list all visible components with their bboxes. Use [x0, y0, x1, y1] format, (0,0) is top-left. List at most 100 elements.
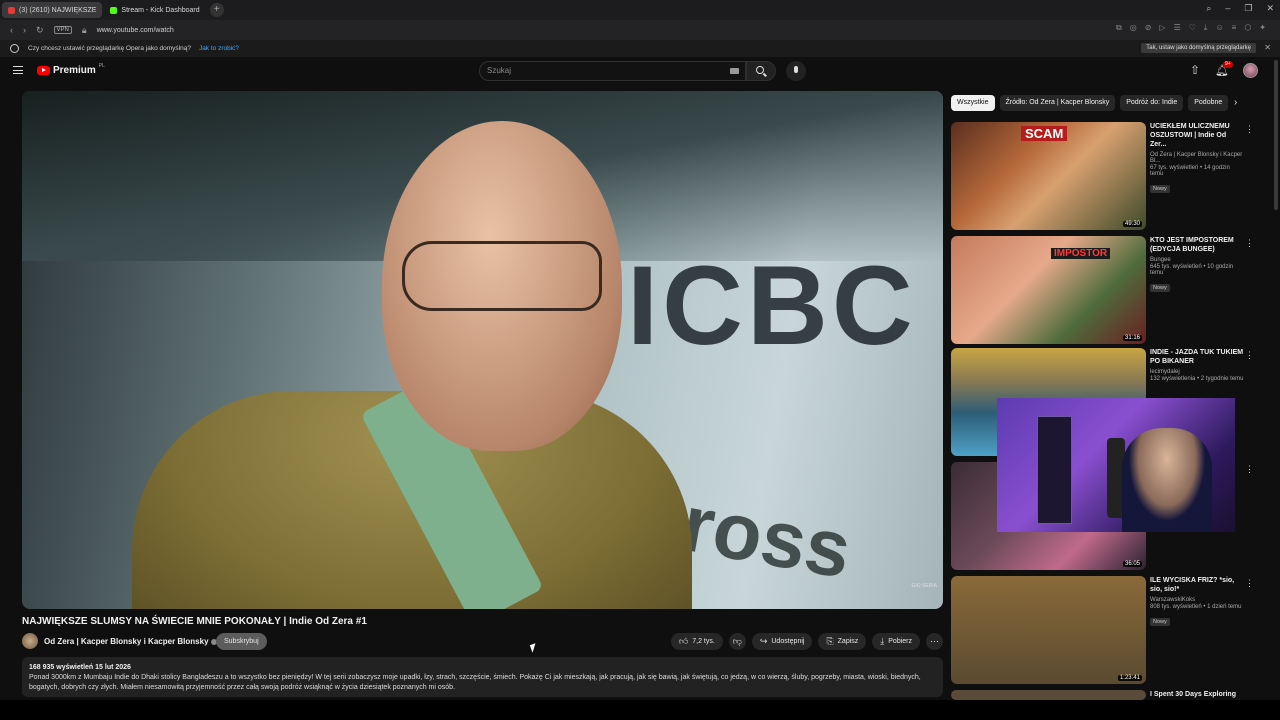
- account-avatar[interactable]: [1243, 63, 1258, 78]
- forward-icon[interactable]: ›: [23, 25, 26, 35]
- more-vertical-icon[interactable]: ⋮: [1245, 464, 1254, 475]
- video-watermark: GIO SERIA: [911, 583, 937, 589]
- download-label: Pobierz: [888, 638, 912, 645]
- more-vertical-icon[interactable]: ⋮: [1245, 124, 1254, 135]
- bookmark-icon: ⎘: [826, 636, 834, 646]
- menu-icon[interactable]: ≡: [1232, 23, 1237, 33]
- channel-avatar[interactable]: [22, 633, 38, 649]
- chip-all[interactable]: Wszystkie: [951, 95, 995, 111]
- video-player[interactable]: ICBC ross GIO SERIA: [22, 91, 943, 609]
- share-page-icon[interactable]: ⧉: [1116, 23, 1122, 33]
- hamburger-menu-icon[interactable]: [13, 66, 23, 74]
- recommendation-item[interactable]: SCAM 49:30 UCIEKŁEM ULICZNEMU OSZUSTOWI …: [951, 122, 1254, 232]
- tab-label: Stream - Kick Dashboard: [121, 6, 200, 14]
- video-thumbnail[interactable]: [951, 690, 1146, 700]
- maximize-button[interactable]: ❐: [1244, 3, 1252, 14]
- recommendation-channel[interactable]: lecimydalej: [1150, 369, 1244, 375]
- voice-search-mic-icon[interactable]: [786, 61, 806, 81]
- recommendation-title[interactable]: ILE WYCISKA FRIZ? *sio, sio, sio!*: [1150, 576, 1244, 594]
- video-popout-icon[interactable]: ▷: [1159, 23, 1165, 33]
- share-button[interactable]: ↪ Udostępnij: [751, 633, 813, 650]
- more-actions-button[interactable]: ⋯: [926, 633, 943, 650]
- recommendation-channel[interactable]: Bungee: [1150, 257, 1244, 263]
- youtube-premium-logo[interactable]: Premium PL: [37, 62, 105, 76]
- extensions-icon[interactable]: ⬡: [1244, 23, 1251, 33]
- search-input[interactable]: Szukaj: [479, 61, 746, 81]
- recommendation-channel[interactable]: Od Zera | Kacper Blonsky i Kacper Bl...: [1150, 152, 1244, 164]
- search-tabs-icon[interactable]: ⌕: [1206, 3, 1211, 14]
- snapshot-icon[interactable]: ◎: [1130, 23, 1137, 33]
- chip-source[interactable]: Źródło: Od Zera | Kacper Blonsky: [999, 95, 1116, 111]
- like-button[interactable]: 👍︎ 7,2 tys.: [670, 633, 723, 650]
- thumbnail-text: SCAM: [1021, 126, 1068, 141]
- recommendation-title[interactable]: INDIE - JAZDA TUK TUKIEM PO BIKANER: [1150, 348, 1244, 366]
- duration-badge: 1:23:41: [1117, 675, 1142, 681]
- aria-ai-icon[interactable]: ✦: [1259, 23, 1266, 33]
- browser-tab-bar: (3) (2610) NAJWIĘKSZE Stream - Kick Dash…: [0, 0, 1280, 20]
- page-scrollbar[interactable]: [1274, 60, 1278, 210]
- vpn-badge[interactable]: VPN: [53, 26, 72, 34]
- duration-badge: 49:30: [1122, 221, 1142, 227]
- video-thumbnail[interactable]: SCAM 49:30: [951, 122, 1146, 230]
- profile-icon[interactable]: ☺: [1215, 23, 1223, 33]
- recommendation-title[interactable]: KTO JEST IMPOSTOREM (EDYCJA BUNGEE): [1150, 236, 1244, 254]
- minimize-button[interactable]: –: [1225, 3, 1230, 14]
- video-frame-glasses: [402, 241, 602, 311]
- recommendation-item[interactable]: 1:23:41 ILE WYCISKA FRIZ? *sio, sio, sio…: [951, 576, 1254, 686]
- youtube-play-icon: [37, 66, 50, 75]
- notification-badge: 9+: [1223, 60, 1233, 68]
- search-placeholder: Szukaj: [487, 66, 512, 75]
- share-label: Udostępnij: [771, 638, 805, 645]
- recommendation-title[interactable]: I Spent 30 Days Exploring: [1150, 690, 1244, 699]
- channel-name[interactable]: Od Zera | Kacper Blonsky i Kacper Blonsk…: [44, 637, 217, 646]
- thumbnail-text: IMPOSTOR: [1051, 248, 1111, 259]
- description-box[interactable]: 168 935 wyświetleń 15 lut 2026 Ponad 300…: [22, 657, 943, 697]
- adblock-icon[interactable]: ⊘: [1145, 23, 1152, 33]
- recommendation-item[interactable]: I Spent 30 Days Exploring: [951, 690, 1251, 700]
- browser-tab-youtube[interactable]: (3) (2610) NAJWIĘKSZE: [2, 2, 103, 18]
- more-vertical-icon[interactable]: ⋮: [1245, 578, 1254, 589]
- search-button[interactable]: [746, 61, 776, 81]
- new-badge: Nowy: [1150, 618, 1170, 626]
- kick-favicon-icon: [110, 6, 118, 14]
- chip-travel[interactable]: Podróż do: Indie: [1120, 95, 1184, 111]
- tab-label: (3) (2610) NAJWIĘKSZE: [19, 6, 97, 14]
- more-vertical-icon[interactable]: ⋮: [1245, 350, 1254, 361]
- set-default-button[interactable]: Tak, ustaw jako domyślną przeglądarkę: [1141, 43, 1256, 53]
- channel-name-text[interactable]: Od Zera | Kacper Blonsky i Kacper Blonsk…: [44, 637, 209, 646]
- heart-icon[interactable]: ♡: [1189, 23, 1196, 33]
- recommendation-channel[interactable]: WarszawskiKoks: [1150, 597, 1244, 603]
- browser-tab-kick[interactable]: Stream - Kick Dashboard: [104, 2, 205, 18]
- more-vertical-icon[interactable]: ⋮: [1245, 238, 1254, 249]
- thumbs-up-icon: 👍︎: [678, 636, 689, 646]
- close-window-button[interactable]: ✕: [1266, 3, 1274, 14]
- download-button[interactable]: ⤓ Pobierz: [872, 633, 920, 650]
- back-icon[interactable]: ‹: [10, 25, 13, 35]
- channel-row: Od Zera | Kacper Blonsky i Kacper Blonsk…: [22, 633, 943, 651]
- notifications-bell-icon[interactable]: 🔔︎ 9+: [1215, 60, 1233, 78]
- save-button[interactable]: ⎘ Zapisz: [818, 633, 867, 650]
- easy-setup-icon[interactable]: ☰: [1174, 23, 1181, 33]
- more-horizontal-icon: ⋯: [930, 636, 939, 646]
- create-upload-icon[interactable]: [1189, 63, 1201, 78]
- infobar-how-link[interactable]: Jak to zrobić?: [199, 45, 239, 52]
- close-infobar-icon[interactable]: ✕: [1264, 43, 1271, 52]
- lock-icon: 🔒︎: [81, 24, 87, 35]
- duration-badge: 36:05: [1122, 561, 1142, 567]
- chip-similar[interactable]: Podobne: [1188, 95, 1229, 111]
- download-icon[interactable]: ⤓: [1204, 23, 1208, 33]
- recommendation-item[interactable]: IMPOSTOR 31:16 KTO JEST IMPOSTOREM (EDYC…: [951, 236, 1254, 346]
- description-text: Ponad 3000km z Mumbaju Indie do Dhaki st…: [29, 674, 921, 691]
- new-tab-button[interactable]: +: [209, 3, 224, 17]
- subscribe-button[interactable]: Subskrybuj: [216, 633, 267, 650]
- logo-region: PL: [98, 62, 105, 69]
- reload-icon[interactable]: ↻: [36, 25, 44, 36]
- chevron-right-icon[interactable]: ›: [1234, 97, 1237, 108]
- video-thumbnail[interactable]: IMPOSTOR 31:16: [951, 236, 1146, 344]
- keyboard-icon[interactable]: [730, 68, 739, 74]
- url-field[interactable]: www.youtube.com/watch: [97, 27, 174, 34]
- recommendation-title[interactable]: UCIEKŁEM ULICZNEMU OSZUSTOWI | Indie Od …: [1150, 122, 1244, 149]
- video-thumbnail[interactable]: 1:23:41: [951, 576, 1146, 684]
- recommendation-meta: UCIEKŁEM ULICZNEMU OSZUSTOWI | Indie Od …: [1150, 122, 1244, 195]
- dislike-button[interactable]: 👎︎: [728, 633, 746, 650]
